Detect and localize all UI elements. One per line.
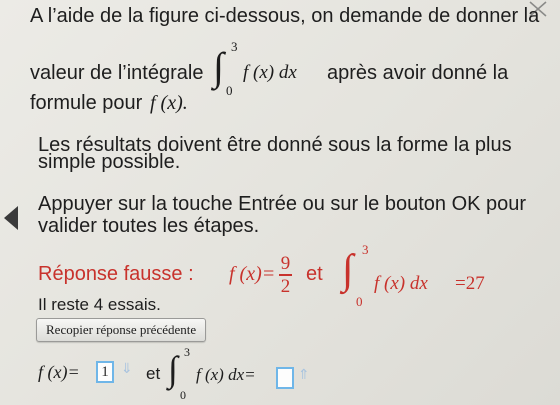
arrow-down-icon[interactable]: ⇓ — [121, 361, 133, 377]
integral-lower-limit: 0 — [226, 83, 233, 98]
instruction-1-line-2: simple possible. — [38, 151, 181, 173]
question-line-3-math: f (x). — [150, 92, 188, 114]
feedback-label: Réponse fausse : — [38, 263, 194, 285]
answer-integral-upper: 3 — [184, 345, 190, 359]
answer-fx-label: f (x)= — [38, 362, 80, 382]
instruction-2-line-1: Appuyer sur la touche Entrée ou sur le b… — [38, 193, 527, 215]
integral-upper-limit: 3 — [231, 39, 238, 54]
fraction-denominator: 2 — [280, 276, 291, 297]
feedback-integral-upper: 3 — [362, 242, 369, 257]
answer-et: et — [146, 364, 161, 383]
feedback-integral-result: =27 — [455, 273, 485, 294]
feedback-et: et — [306, 263, 323, 285]
question-line-2-start: valeur de l’intégrale — [30, 62, 204, 84]
arrow-up-icon[interactable]: ⇑ — [298, 367, 310, 383]
feedback-integral-lower: 0 — [356, 294, 363, 309]
feedback-integral-body: f (x) dx — [374, 273, 428, 294]
question-line-2-end: après avoir donné la — [327, 62, 509, 84]
feedback-fx: f (x)= — [229, 263, 276, 285]
fraction-numerator: 9 — [280, 253, 291, 274]
question-line-3-start: formule pour — [30, 92, 143, 114]
answer-integral-lower: 0 — [180, 388, 186, 402]
feedback-fraction: 9 2 — [279, 254, 292, 296]
integral-sign: ∫ — [213, 44, 224, 89]
integral-input[interactable] — [276, 367, 294, 389]
attempts-remaining: Il reste 4 essais. — [38, 295, 161, 314]
copy-previous-answer-button[interactable]: Recopier réponse précédente — [36, 318, 207, 342]
arrow-left-icon[interactable] — [4, 206, 18, 230]
answer-integral-body: f (x) dx= — [196, 365, 256, 384]
integral-body: f (x) dx — [243, 62, 297, 83]
fx-input[interactable]: 1 — [96, 361, 114, 383]
question-line-1: A l’aide de la figure ci-dessous, on dem… — [30, 5, 540, 27]
answer-integral-sign: ∫ — [168, 349, 178, 389]
instruction-2-line-2: valider toutes les étapes. — [38, 215, 260, 237]
feedback-integral-sign: ∫ — [342, 247, 354, 293]
